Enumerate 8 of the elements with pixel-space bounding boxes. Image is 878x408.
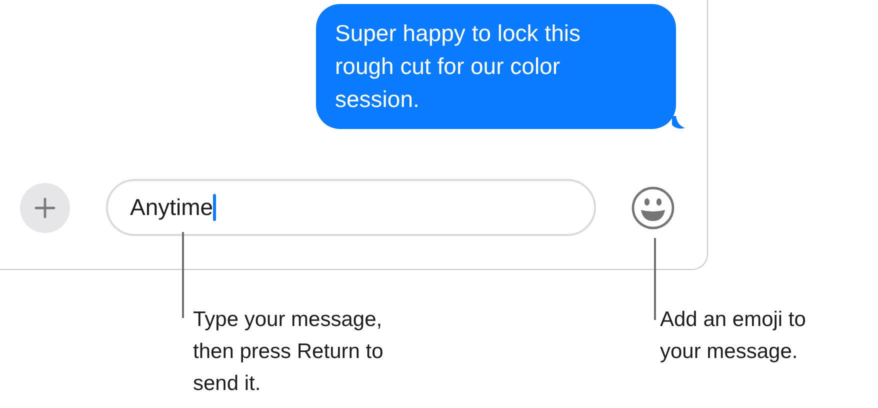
callout-text: Type your message, then press Return to send it. (193, 307, 384, 397)
emoji-button[interactable] (630, 184, 676, 230)
add-button[interactable] (20, 182, 70, 232)
callout-text: Add an emoji to your message. (660, 307, 807, 365)
message-field[interactable]: Anytime (106, 179, 596, 236)
plus-icon (34, 196, 56, 218)
smiley-icon (631, 186, 675, 230)
bubble-tail (672, 116, 685, 129)
